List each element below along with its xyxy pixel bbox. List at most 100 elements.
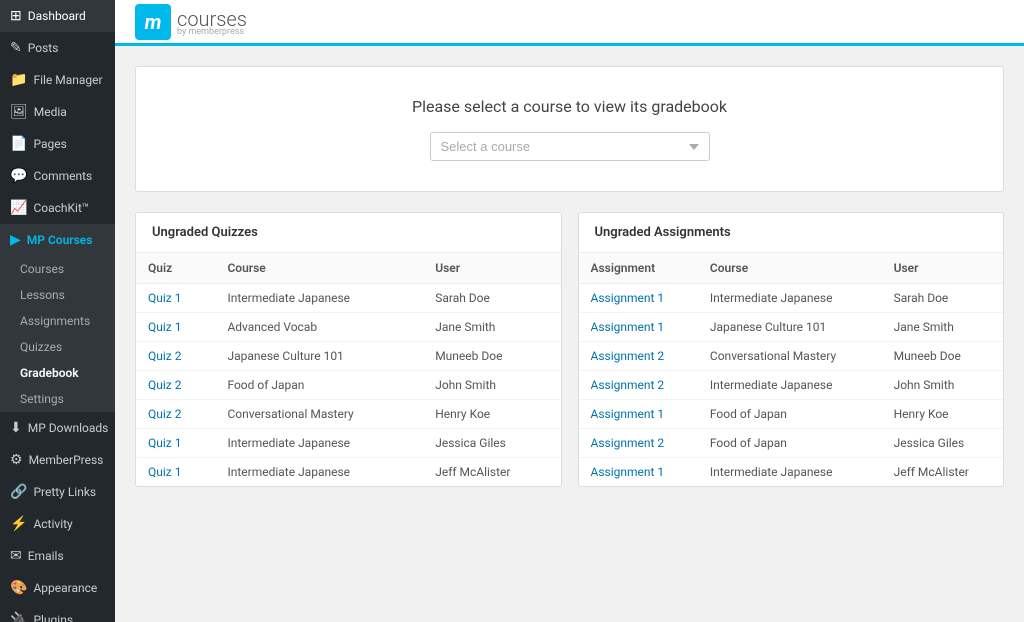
assign-col-user: User <box>882 253 1003 284</box>
content-area: Please select a course to view its grade… <box>115 46 1024 622</box>
sidebar-item-posts[interactable]: ✎ Posts <box>0 32 115 64</box>
sidebar-label-assignments: Assignments <box>20 314 90 328</box>
table-row: Quiz 1 Intermediate Japanese Jessica Gil… <box>136 429 561 458</box>
dashboard-icon: ⊞ <box>10 8 22 24</box>
sidebar-label-courses: Courses <box>20 262 64 276</box>
table-row: Quiz 1 Intermediate Japanese Jeff McAlis… <box>136 458 561 487</box>
assign-course-3: Intermediate Japanese <box>698 371 882 400</box>
sidebar-item-courses[interactable]: Courses <box>0 256 115 282</box>
quiz-user-2: Muneeb Doe <box>423 342 560 371</box>
assign-user-4: Henry Koe <box>882 400 1003 429</box>
sidebar-item-mp-courses[interactable]: ▶ MP Courses <box>0 224 115 256</box>
assign-course-6: Intermediate Japanese <box>698 458 882 487</box>
gradebook-select-title: Please select a course to view its grade… <box>156 97 983 116</box>
emails-icon: ✉ <box>10 548 22 564</box>
quiz-link-3[interactable]: Quiz 2 <box>148 378 181 392</box>
pages-icon: 📄 <box>10 136 27 152</box>
quiz-link-6[interactable]: Quiz 1 <box>148 465 181 479</box>
sidebar-item-pages[interactable]: 📄 Pages <box>0 128 115 160</box>
sidebar-item-plugins[interactable]: 🔌 Plugins <box>0 604 115 622</box>
sidebar-label-pages: Pages <box>33 137 66 151</box>
assignment-link-3[interactable]: Assignment 2 <box>591 378 665 392</box>
assign-course-2: Conversational Mastery <box>698 342 882 371</box>
gradebook-select-card: Please select a course to view its grade… <box>135 66 1004 192</box>
sidebar-label-coachkit: CoachKit™ <box>33 201 89 215</box>
table-row: Assignment 1 Intermediate Japanese Jeff … <box>579 458 1004 487</box>
assign-course-4: Food of Japan <box>698 400 882 429</box>
quiz-link-0[interactable]: Quiz 1 <box>148 291 181 305</box>
sidebar-item-quizzes[interactable]: Quizzes <box>0 334 115 360</box>
assignment-link-1[interactable]: Assignment 1 <box>591 320 665 334</box>
logo-icon: m <box>135 4 171 40</box>
assignment-link-2[interactable]: Assignment 2 <box>591 349 665 363</box>
sidebar-item-emails[interactable]: ✉ Emails <box>0 540 115 572</box>
quiz-user-0: Sarah Doe <box>423 284 560 313</box>
assign-user-3: John Smith <box>882 371 1003 400</box>
assign-course-5: Food of Japan <box>698 429 882 458</box>
sidebar-label-memberpress: MemberPress <box>29 453 104 467</box>
table-row: Quiz 1 Advanced Vocab Jane Smith <box>136 313 561 342</box>
table-row: Assignment 1 Intermediate Japanese Sarah… <box>579 284 1004 313</box>
quiz-user-1: Jane Smith <box>423 313 560 342</box>
sidebar-item-appearance[interactable]: 🎨 Appearance <box>0 572 115 604</box>
pretty-links-icon: 🔗 <box>10 484 27 500</box>
assign-col-assignment: Assignment <box>579 253 698 284</box>
logo-text-group: courses by memberpress <box>177 7 247 37</box>
media-icon: 🖼 <box>10 104 28 120</box>
sidebar-label-dashboard: Dashboard <box>28 9 86 23</box>
activity-icon: ⚡ <box>10 516 27 532</box>
assignment-link-6[interactable]: Assignment 1 <box>591 465 665 479</box>
sidebar-item-mp-downloads[interactable]: ⬇ MP Downloads <box>0 412 115 444</box>
sidebar-item-memberpress[interactable]: ⚙ MemberPress <box>0 444 115 476</box>
quiz-link-2[interactable]: Quiz 2 <box>148 349 181 363</box>
quiz-course-6: Intermediate Japanese <box>215 458 423 487</box>
mp-courses-icon: ▶ <box>10 232 21 248</box>
course-select[interactable]: Select a course <box>430 132 710 161</box>
table-row: Quiz 2 Conversational Mastery Henry Koe <box>136 400 561 429</box>
mp-courses-submenu: Courses Lessons Assignments Quizzes Grad… <box>0 256 115 412</box>
sidebar-label-pretty-links: Pretty Links <box>33 485 96 499</box>
quiz-col-user: User <box>423 253 560 284</box>
sidebar-label-plugins: Plugins <box>33 613 73 622</box>
ungraded-assignments-header: Ungraded Assignments <box>579 213 1004 253</box>
sidebar-item-pretty-links[interactable]: 🔗 Pretty Links <box>0 476 115 508</box>
quiz-link-1[interactable]: Quiz 1 <box>148 320 181 334</box>
quiz-link-5[interactable]: Quiz 1 <box>148 436 181 450</box>
quiz-course-1: Advanced Vocab <box>215 313 423 342</box>
quiz-user-4: Henry Koe <box>423 400 560 429</box>
assignment-link-0[interactable]: Assignment 1 <box>591 291 665 305</box>
assign-course-1: Japanese Culture 101 <box>698 313 882 342</box>
ungraded-quizzes-table: Quiz Course User Quiz 1 Intermediate Jap… <box>136 253 561 486</box>
sidebar-item-lessons[interactable]: Lessons <box>0 282 115 308</box>
sidebar-label-appearance: Appearance <box>33 581 97 595</box>
ungraded-quizzes-header: Ungraded Quizzes <box>136 213 561 253</box>
quiz-user-5: Jessica Giles <box>423 429 560 458</box>
sidebar-item-activity[interactable]: ⚡ Activity <box>0 508 115 540</box>
sidebar-item-media[interactable]: 🖼 Media <box>0 96 115 128</box>
table-row: Assignment 1 Food of Japan Henry Koe <box>579 400 1004 429</box>
table-row: Quiz 1 Intermediate Japanese Sarah Doe <box>136 284 561 313</box>
sidebar-item-dashboard[interactable]: ⊞ Dashboard <box>0 0 115 32</box>
sidebar-item-settings[interactable]: Settings <box>0 386 115 412</box>
sidebar-item-assignments[interactable]: Assignments <box>0 308 115 334</box>
table-row: Assignment 2 Conversational Mastery Mune… <box>579 342 1004 371</box>
table-row: Assignment 2 Intermediate Japanese John … <box>579 371 1004 400</box>
file-manager-icon: 📁 <box>10 72 27 88</box>
sidebar-label-emails: Emails <box>28 549 64 563</box>
sidebar-item-gradebook[interactable]: Gradebook <box>0 360 115 386</box>
ungraded-assignments-card: Ungraded Assignments Assignment Course U… <box>578 212 1005 487</box>
sidebar-item-comments[interactable]: 💬 Comments <box>0 160 115 192</box>
quiz-course-3: Food of Japan <box>215 371 423 400</box>
assignment-link-5[interactable]: Assignment 2 <box>591 436 665 450</box>
appearance-icon: 🎨 <box>10 580 27 596</box>
sidebar-label-lessons: Lessons <box>20 288 65 302</box>
sidebar-item-coachkit[interactable]: 📈 CoachKit™ <box>0 192 115 224</box>
sidebar-label-file-manager: File Manager <box>33 73 102 87</box>
sidebar-label-mp-downloads: MP Downloads <box>28 421 109 435</box>
quiz-link-4[interactable]: Quiz 2 <box>148 407 181 421</box>
assignment-link-4[interactable]: Assignment 1 <box>591 407 665 421</box>
tables-row: Ungraded Quizzes Quiz Course User Quiz 1… <box>135 212 1004 487</box>
sidebar-item-file-manager[interactable]: 📁 File Manager <box>0 64 115 96</box>
assign-user-6: Jeff McAlister <box>882 458 1003 487</box>
quiz-course-2: Japanese Culture 101 <box>215 342 423 371</box>
